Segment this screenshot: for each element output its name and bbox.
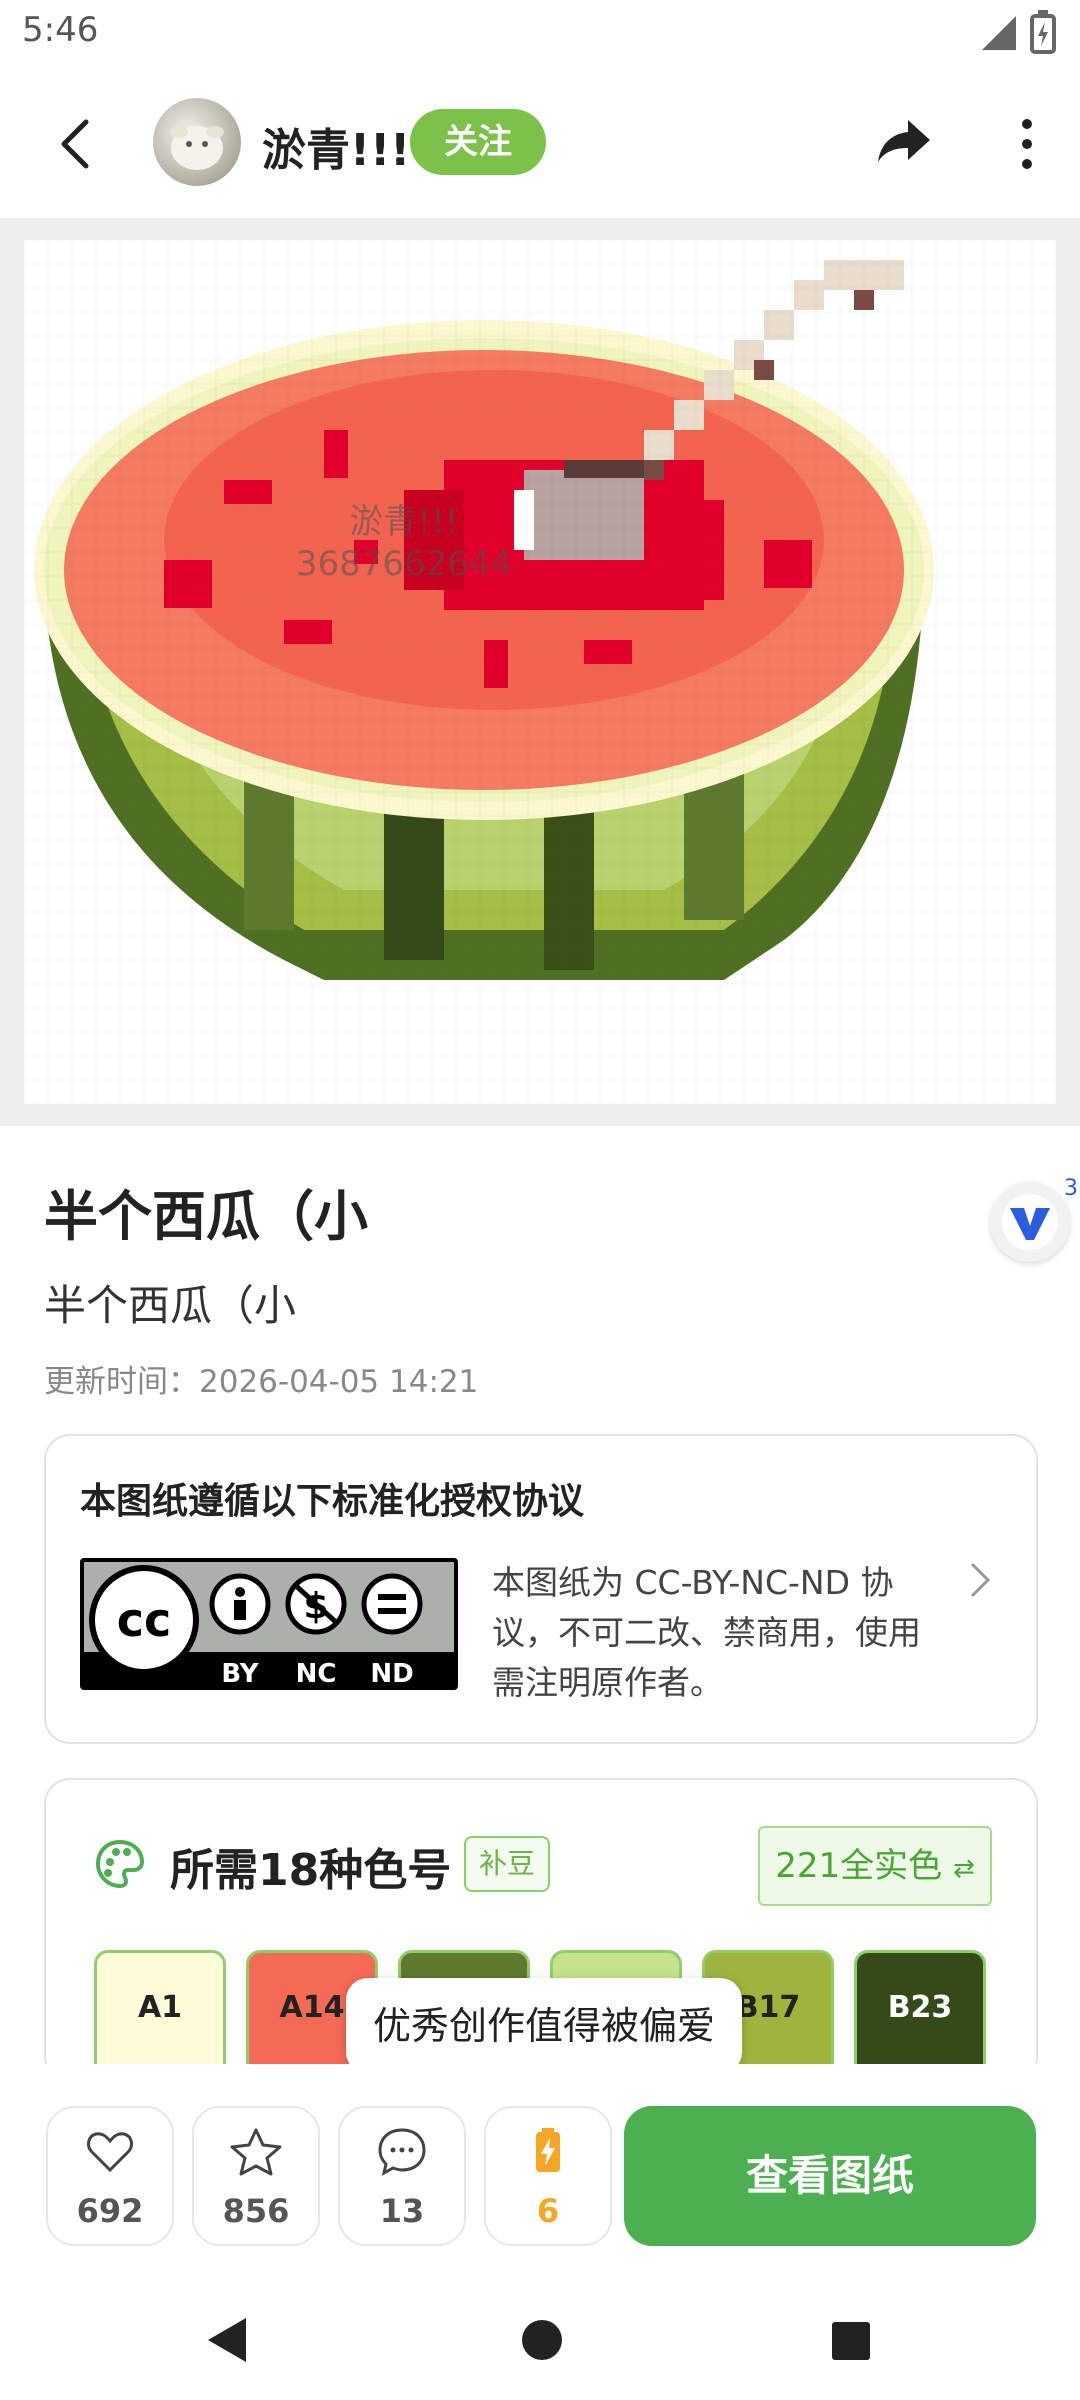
charge-count: 6 [536,2192,560,2230]
v-logo-icon [1002,1194,1058,1250]
by-label: BY [221,1659,259,1689]
all-colors-toggle[interactable]: 221全实色 ⇄ [758,1826,992,1906]
status-time: 5:46 [22,10,99,50]
cc-license-badge: cc $ BY NC ND [80,1558,458,1690]
chevron-right-icon [970,1562,991,1598]
watermark-name: 淤青!!! [349,502,459,542]
view-pattern-button[interactable]: 查看图纸 [624,2106,1036,2246]
colors-title: 所需18种色号 [170,1845,452,1896]
charge-button[interactable]: 6 [484,2106,612,2246]
comment-button[interactable]: 13 [338,2106,466,2246]
heart-icon [87,2132,133,2173]
update-time: 更新时间：2026-04-05 14:21 [44,1364,479,1400]
color-swatch[interactable]: A1 [94,1950,226,2080]
star-icon [230,2128,282,2176]
cc-mark: cc [117,1593,172,1647]
like-button[interactable]: 692 [46,2106,174,2246]
back-icon[interactable] [56,116,96,172]
design-subtitle: 半个西瓜（小 [44,1281,297,1330]
battery-charge-icon [536,2128,560,2172]
color-swatch[interactable]: B23 [854,1950,986,2080]
nd-label: ND [370,1659,413,1689]
comment-count: 13 [379,2192,425,2230]
palette-icon [95,1839,145,1889]
like-count: 692 [76,2192,144,2230]
comment-icon [378,2128,426,2176]
pixel-art-preview[interactable]: 淤青!!! 3687662644 [24,240,1056,1104]
favorite-button[interactable]: 856 [192,2106,320,2246]
more-icon[interactable] [1012,116,1042,172]
system-nav-bar [0,2274,1080,2400]
share-icon[interactable] [876,116,932,166]
swap-arrows-icon: ⇄ [952,1854,975,1884]
watermark-id: 3687662644 [295,544,513,584]
status-bar: 5:46 [0,0,1080,68]
nav-home-icon[interactable] [520,2318,564,2362]
author-avatar[interactable] [153,98,241,186]
nc-label: NC [296,1659,337,1689]
all-colors-label: 221全实色 [775,1846,943,1886]
supplement-tag[interactable]: 补豆 [464,1836,550,1892]
battery-icon [1030,10,1056,54]
signal-icon [982,16,1016,50]
license-description: 本图纸为 CC-BY-NC-ND 协议，不可二改、禁商用，使用需注明原作者。 [492,1563,921,1702]
design-title: 半个西瓜（小 [44,1185,368,1248]
nav-recents-icon[interactable] [830,2320,872,2362]
toast-message: 优秀创作值得被偏爱 [346,1978,742,2074]
license-card[interactable]: 本图纸遵循以下标准化授权协议 cc $ BY NC ND 本图纸为 CC-BY-… [44,1434,1038,1744]
v-badge[interactable]: 3 [990,1176,1078,1262]
v-badge-count: 3 [1064,1176,1078,1201]
follow-button[interactable]: 关注 [410,109,546,175]
author-name[interactable]: 淤青!!! [262,114,410,178]
watermelon-pixel-art [24,240,1056,1104]
license-title: 本图纸遵循以下标准化授权协议 [80,1481,585,1522]
favorite-count: 856 [222,2192,290,2230]
nav-back-icon[interactable] [204,2316,248,2364]
